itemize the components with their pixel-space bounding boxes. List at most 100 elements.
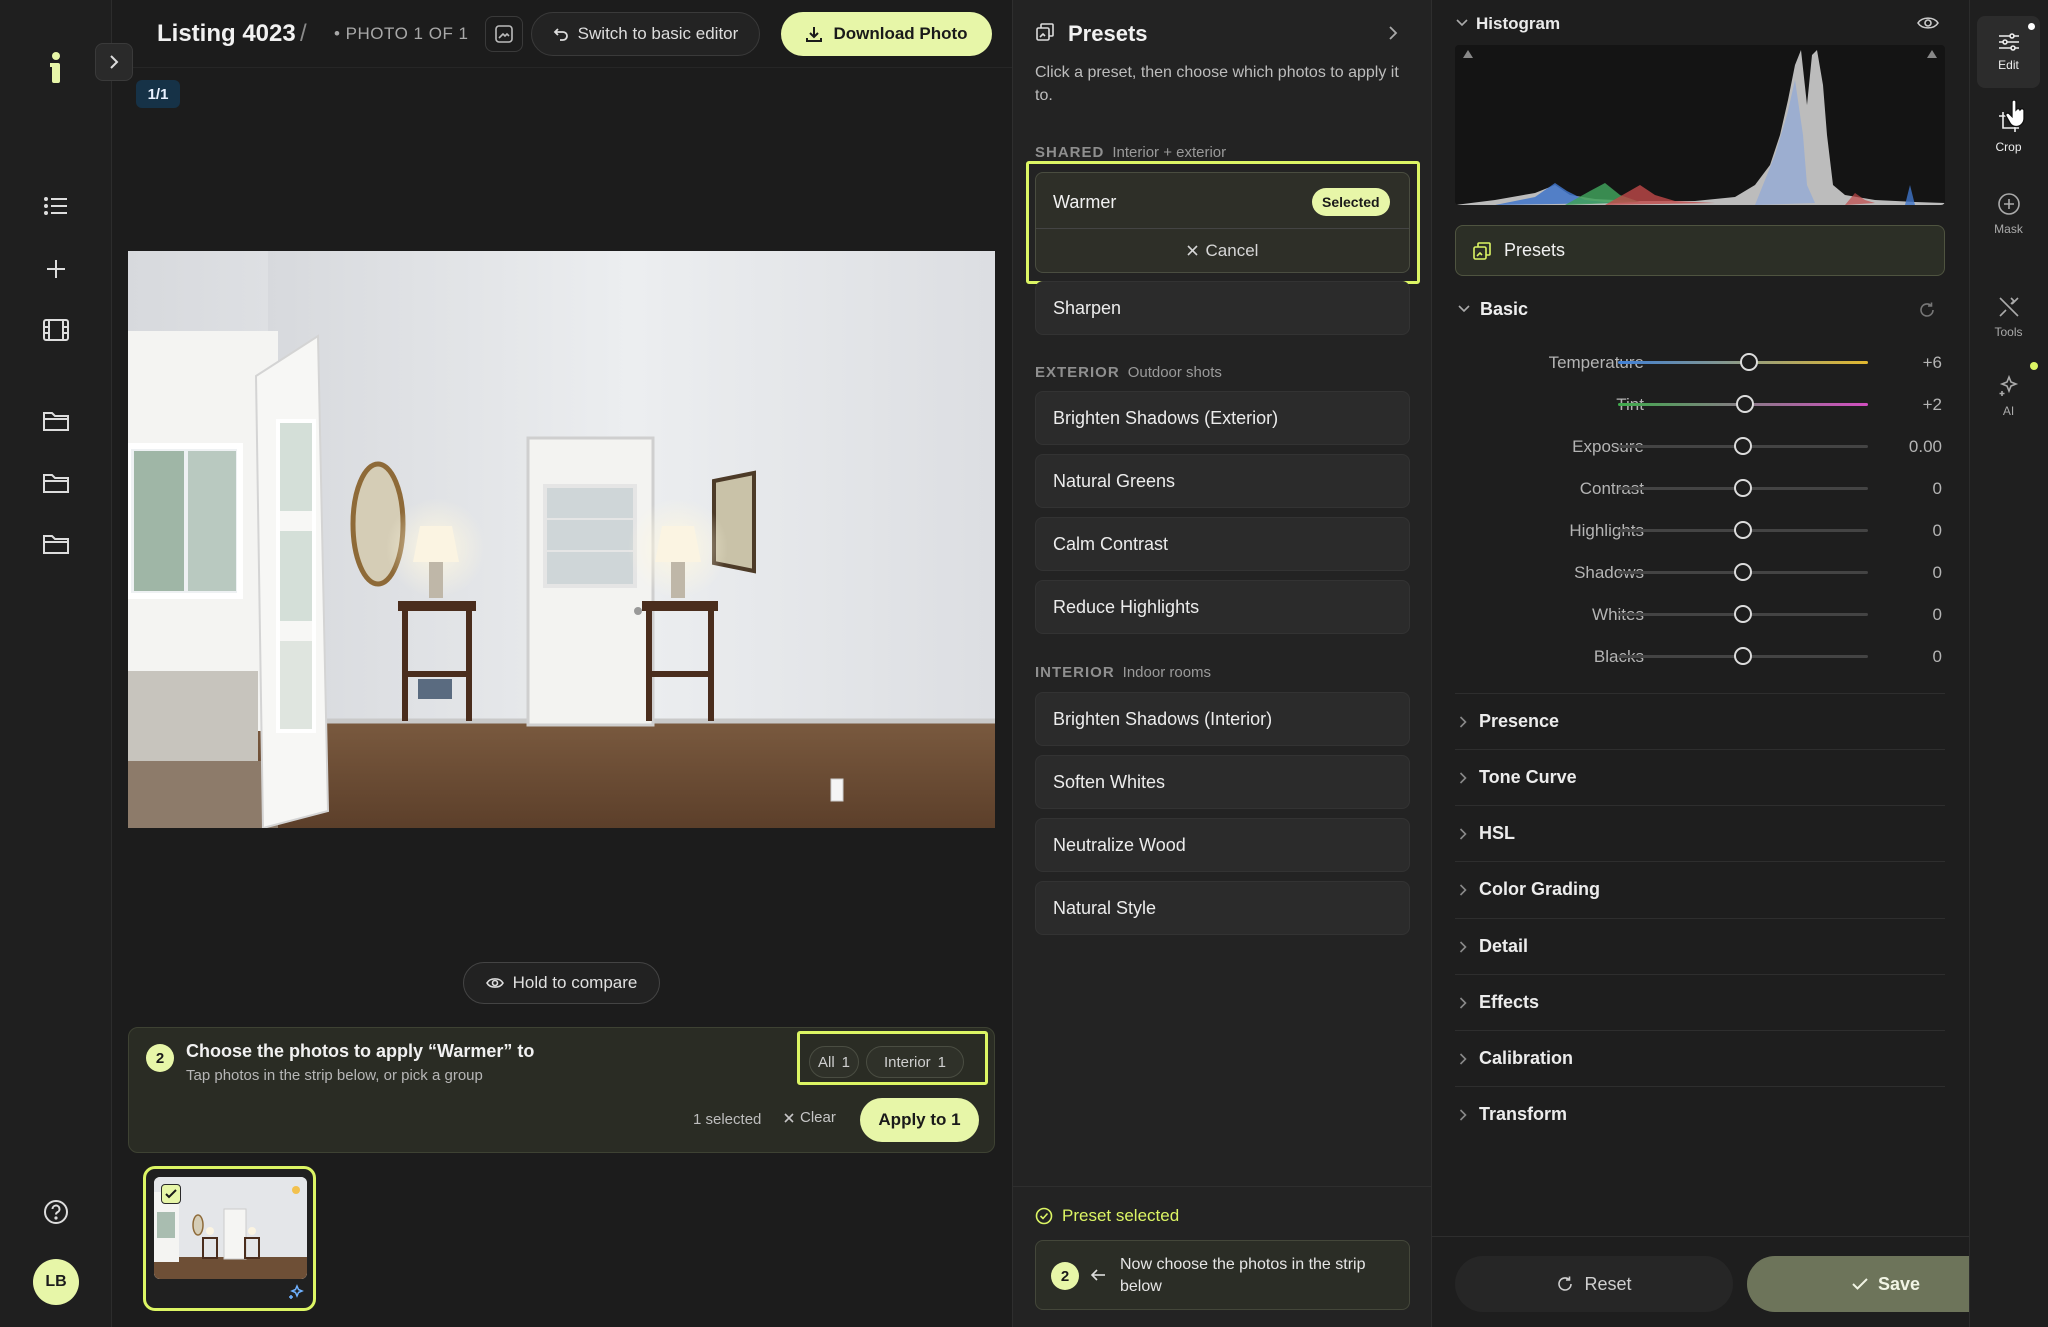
switch-basic-editor-button[interactable]: Switch to basic editor [531,12,760,56]
section-calibration[interactable]: Calibration [1455,1030,1945,1086]
preset-natural-greens[interactable]: Natural Greens [1035,454,1410,508]
hold-to-compare-label: Hold to compare [512,973,638,992]
presets-icon [1473,241,1491,260]
tool-ai[interactable]: AI [1977,360,2040,432]
slider-knob[interactable] [1734,605,1752,623]
slider-value: +2 [1922,395,1942,414]
section-presence[interactable]: Presence [1455,693,1945,749]
tool-mask[interactable]: Mask [1977,178,2040,250]
preset-neutralize-wood[interactable]: Neutralize Wood [1035,818,1410,872]
photo-preview[interactable] [128,251,995,828]
next-step-text: Now choose the photos in the strip below [1120,1256,1366,1295]
slider-highlights[interactable]: Highlights 0 [1432,515,1969,545]
cancel-preset-button[interactable]: Cancel [1036,229,1409,272]
slider-blacks[interactable]: Blacks 0 [1432,641,1969,671]
chip-interior[interactable]: Interior 1 [866,1046,964,1078]
preset-sharpen[interactable]: Sharpen [1035,281,1410,335]
reset-button[interactable]: Reset [1455,1256,1733,1312]
section-tone-curve[interactable]: Tone Curve [1455,749,1945,805]
slider-tint[interactable]: Tint +2 [1432,389,1969,419]
close-icon [784,1112,794,1123]
check-circle-icon [1035,1207,1053,1225]
folder-icon[interactable] [31,457,81,507]
list-icon[interactable] [31,181,81,231]
tools-icon [1998,297,2019,317]
download-icon [806,27,823,42]
preset-reduce-highlights[interactable]: Reduce Highlights [1035,580,1410,634]
app-logo-icon[interactable] [31,43,81,93]
histogram [1455,45,1945,205]
help-icon[interactable] [31,1187,81,1237]
preset-calm-contrast[interactable]: Calm Contrast [1035,517,1410,571]
apply-button[interactable]: Apply to 1 [860,1098,979,1142]
slider-temperature[interactable]: Temperature +6 [1432,347,1969,377]
expand-sidebar-button[interactable] [95,43,133,81]
preset-soften-whites[interactable]: Soften Whites [1035,755,1410,809]
preset-brighten-shadows-interior[interactable]: Brighten Shadows (Interior) [1035,692,1410,746]
presets-row-button[interactable]: Presets [1455,225,1945,276]
tool-edit[interactable]: Edit [1977,16,2040,88]
plus-icon[interactable] [31,244,81,294]
folder-icon[interactable] [31,395,81,445]
photo-counter-badge: 1/1 [136,80,180,108]
slider-shadows[interactable]: Shadows 0 [1432,557,1969,587]
section-transform[interactable]: Transform [1455,1086,1945,1142]
arrow-left-icon [1090,1268,1106,1282]
slider-whites[interactable]: Whites 0 [1432,599,1969,629]
tool-label: Edit [1998,58,2019,72]
next-step-hint: 2 Now choose the photos in the strip bel… [1035,1240,1410,1310]
clear-selection-button[interactable]: Clear [784,1109,836,1126]
section-label: Presence [1479,711,1560,731]
presets-panel: Presets Click a preset, then choose whic… [1012,0,1433,1327]
film-icon[interactable] [31,305,81,355]
section-effects[interactable]: Effects [1455,974,1945,1030]
reset-basic-icon[interactable] [1918,301,1936,319]
photo-info-button[interactable] [485,16,523,52]
section-label: Effects [1479,992,1540,1012]
slider-knob[interactable] [1734,437,1752,455]
presets-description: Click a preset, then choose which photos… [1035,64,1399,104]
slider-knob[interactable] [1734,479,1752,497]
slider-value: 0 [1932,647,1942,666]
slider-knob[interactable] [1736,395,1754,413]
chip-all[interactable]: All 1 [809,1046,859,1078]
preset-brighten-shadows-exterior[interactable]: Brighten Shadows (Exterior) [1035,391,1410,445]
presets-title: Presets [1068,21,1148,46]
save-label: Save [1877,1273,1921,1294]
preset-natural-style[interactable]: Natural Style [1035,881,1410,935]
section-hsl[interactable]: HSL [1455,805,1945,861]
chevron-down-icon[interactable] [1456,19,1468,27]
preset-warmer[interactable]: Warmer Selected Cancel [1035,172,1410,273]
tool-tools[interactable]: Tools [1977,281,2040,353]
section-detail[interactable]: Detail [1455,918,1945,974]
tool-label: Crop [1995,140,2022,154]
slider-knob[interactable] [1734,563,1752,581]
highlight-clip-icon [1927,50,1937,58]
download-photo-label: Download Photo [833,24,968,43]
tool-rail: Edit Crop Mask Tools AI [1969,0,2048,1327]
section-color-grading[interactable]: Color Grading [1455,861,1945,917]
slider-contrast[interactable]: Contrast 0 [1432,473,1969,503]
photo-thumbnail[interactable] [143,1166,316,1311]
preset-status: Preset selected [1035,1206,1179,1226]
slider-knob[interactable] [1734,521,1752,539]
chevron-right-icon [1459,1108,1467,1121]
preset-warmer-label: Warmer [1053,192,1117,212]
slider-knob[interactable] [1740,353,1758,371]
avatar[interactable]: LB [33,1259,79,1305]
slider-knob[interactable] [1734,647,1752,665]
chevron-down-icon[interactable] [1458,305,1470,313]
slider-value: 0.00 [1908,437,1942,456]
download-photo-button[interactable]: Download Photo [781,12,992,56]
folder-icon[interactable] [31,518,81,568]
tool-label: Mask [1994,222,2023,236]
chevron-right-icon[interactable] [1388,25,1398,41]
listing-title[interactable]: Listing 4023 [157,20,296,48]
eye-icon[interactable] [1917,15,1939,31]
chip-all-count: 1 [841,1053,850,1071]
hold-to-compare-button[interactable]: Hold to compare [463,962,660,1004]
thumbnail-checkbox[interactable] [161,1184,181,1204]
slider-exposure[interactable]: Exposure 0.00 [1432,431,1969,461]
refresh-icon [1558,1276,1573,1291]
basic-section-title: Basic [1480,299,1529,319]
